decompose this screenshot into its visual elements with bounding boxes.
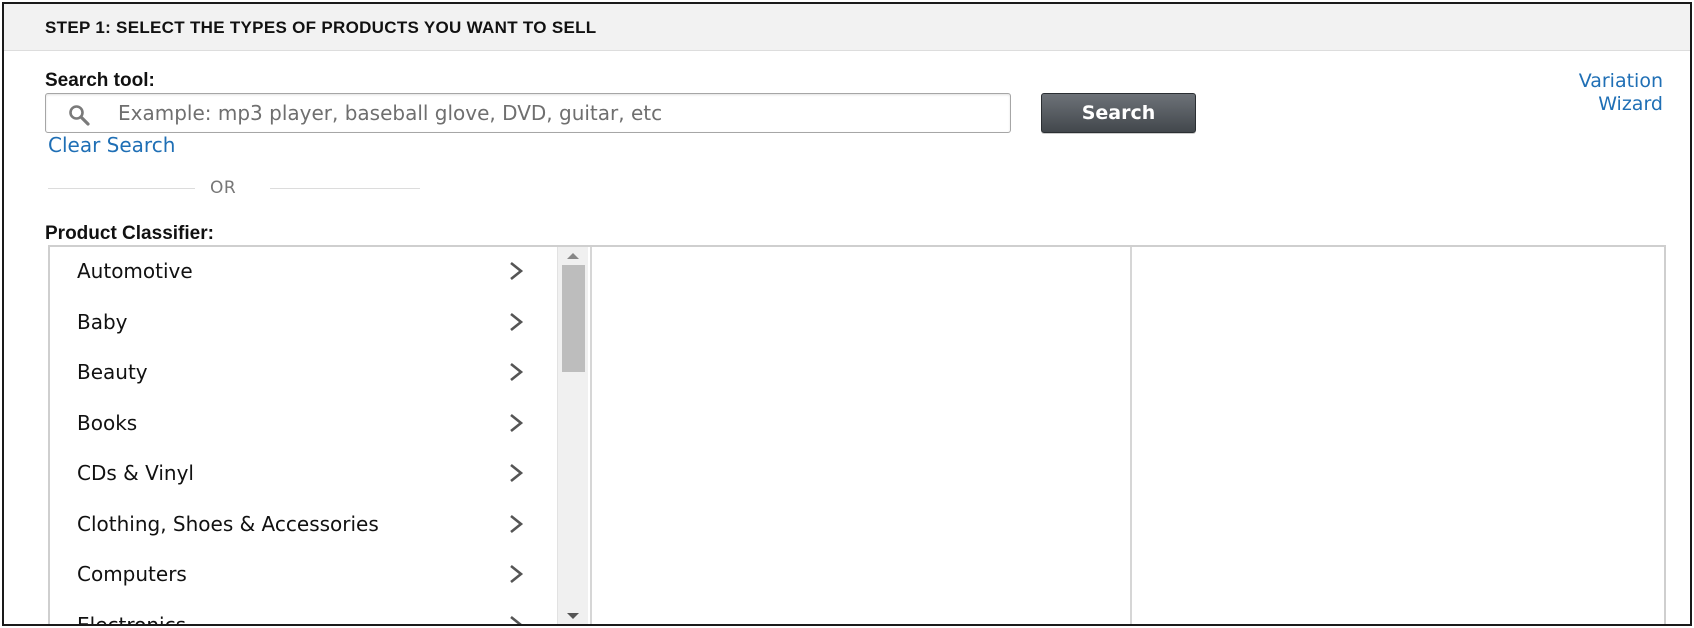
category-label: Electronics: [77, 612, 187, 626]
scroll-thumb[interactable]: [562, 265, 585, 372]
classifier-column-3: [1132, 247, 1664, 624]
chevron-right-icon: [506, 462, 526, 484]
category-item-computers[interactable]: Computers: [50, 550, 560, 601]
category-item-electronics[interactable]: Electronics: [50, 601, 560, 626]
category-scrollbar[interactable]: [557, 247, 588, 624]
chevron-right-icon: [506, 614, 526, 624]
category-item-clothing[interactable]: Clothing, Shoes & Accessories: [50, 500, 560, 551]
product-type-selection-panel: STEP 1: SELECT THE TYPES OF PRODUCTS YOU…: [2, 2, 1692, 626]
category-item-beauty[interactable]: Beauty: [50, 348, 560, 399]
search-tool-label: Search tool:: [45, 70, 155, 91]
category-label: Automotive: [77, 259, 193, 283]
category-label: Baby: [77, 309, 128, 334]
chevron-right-icon: [506, 311, 526, 333]
product-classifier-label: Product Classifier:: [45, 223, 214, 244]
chevron-right-icon: [506, 563, 526, 585]
search-input[interactable]: [118, 94, 998, 132]
scroll-up-arrow-icon[interactable]: [567, 253, 579, 259]
category-label: CDs & Vinyl: [77, 461, 194, 485]
chevron-right-icon: [506, 412, 526, 434]
product-classifier: Automotive Baby Beauty Books CDs & Vinyl: [48, 245, 1666, 626]
variation-wizard-line1: Variation: [1578, 70, 1663, 92]
or-separator: OR: [48, 177, 420, 199]
step-title: STEP 1: SELECT THE TYPES OF PRODUCTS YOU…: [45, 18, 597, 37]
category-item-cds-vinyl[interactable]: CDs & Vinyl: [50, 449, 560, 500]
category-label: Beauty: [77, 360, 148, 384]
chevron-right-icon: [506, 513, 526, 535]
category-item-automotive[interactable]: Automotive: [50, 247, 560, 298]
classifier-column-2: [592, 247, 1130, 624]
search-icon: [68, 104, 90, 126]
separator-line: [270, 188, 420, 189]
category-item-baby[interactable]: Baby: [50, 298, 560, 349]
category-label: Clothing, Shoes & Accessories: [77, 511, 379, 536]
clear-search-link[interactable]: Clear Search: [48, 133, 175, 157]
variation-wizard-line2: Wizard: [1598, 93, 1663, 115]
step-header: STEP 1: SELECT THE TYPES OF PRODUCTS YOU…: [4, 4, 1690, 51]
category-label: Computers: [77, 562, 187, 586]
category-item-books[interactable]: Books: [50, 399, 560, 450]
variation-wizard-link[interactable]: Variation Wizard: [1579, 70, 1663, 116]
chevron-right-icon: [506, 260, 526, 282]
or-text: OR: [210, 178, 237, 198]
search-button[interactable]: Search: [1041, 93, 1196, 133]
category-label: Books: [77, 410, 138, 435]
chevron-right-icon: [506, 361, 526, 383]
category-list: Automotive Baby Beauty Books CDs & Vinyl: [50, 247, 560, 626]
scroll-down-arrow-icon[interactable]: [567, 613, 579, 619]
search-box: [45, 93, 1011, 133]
separator-line: [48, 188, 195, 189]
classifier-column-1: Automotive Baby Beauty Books CDs & Vinyl: [50, 247, 590, 626]
